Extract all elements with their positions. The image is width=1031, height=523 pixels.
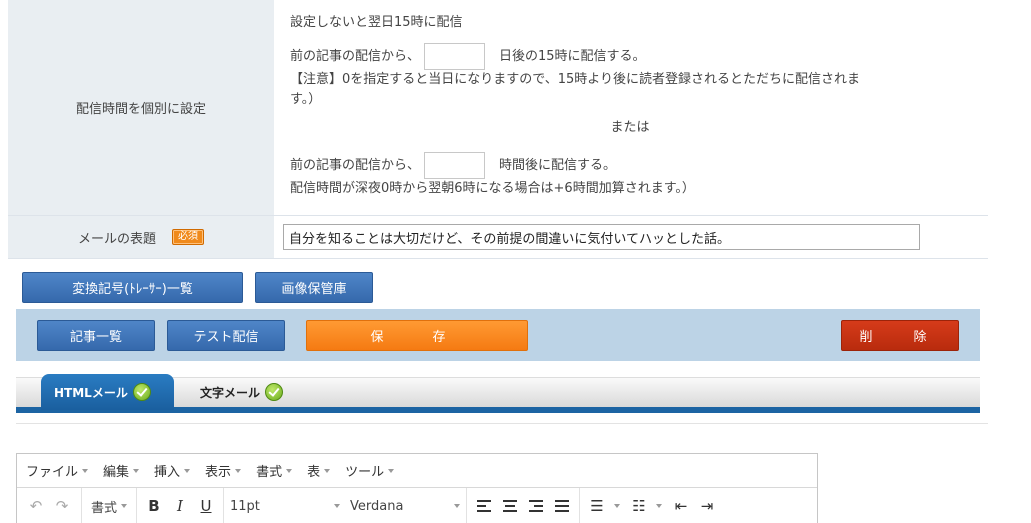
tab-html-mail[interactable]: HTMLメール (41, 374, 174, 410)
hours-suffix: 時間後に配信する。 (499, 158, 617, 173)
image-storage-button[interactable]: 画像保管庫 (255, 272, 373, 303)
justify-icon[interactable] (549, 493, 575, 519)
numbered-list-icon[interactable]: ☷ (626, 493, 652, 519)
or-text: または (610, 120, 650, 135)
align-right-icon[interactable] (523, 493, 549, 519)
editor-toolbar: ↶ ↷ 書式 B I U 11pt Verdana ☰ ☷ ⇤ ⇥ (17, 488, 817, 523)
hours-line: 前の記事の配信から、 時間後に配信する。 (290, 152, 988, 179)
format-select[interactable]: 書式 (88, 497, 130, 516)
timing-value: 設定しないと翌日15時に配信 前の記事の配信から、 日後の15時に配信する。 【注… (274, 0, 988, 215)
note-hours: 配信時間が深夜0時から翌朝6時になる場合は+6時間加算されます。） (290, 181, 695, 196)
outdent-icon[interactable]: ⇤ (668, 493, 694, 519)
chevron-down-icon (82, 468, 89, 473)
timing-row: 配信時間を個別に設定 設定しないと翌日15時に配信 前の記事の配信から、 日後の1… (8, 0, 988, 216)
chevron-down-icon (121, 504, 128, 508)
menu-edit[interactable]: 編集 (103, 461, 140, 480)
chevron-down-icon (334, 504, 341, 508)
indent-icon[interactable]: ⇥ (694, 493, 720, 519)
days-line: 前の記事の配信から、 日後の15時に配信する。 (290, 43, 988, 70)
undo-icon[interactable]: ↶ (23, 493, 49, 519)
chevron-down-icon (454, 504, 461, 508)
chevron-down-icon (184, 468, 191, 473)
align-center-icon[interactable] (497, 493, 523, 519)
menu-file[interactable]: ファイル (26, 461, 89, 480)
hours-prefix: 前の記事の配信から、 (290, 158, 421, 173)
subject-input[interactable] (283, 224, 920, 250)
chevron-down-icon (235, 468, 242, 473)
subject-row: メールの表題 必須 (8, 216, 988, 259)
align-left-icon[interactable] (471, 493, 497, 519)
tab-text-label: 文字メール (200, 385, 261, 400)
chevron-down-icon (286, 468, 293, 473)
days-suffix: 日後の15時に配信する。 (499, 49, 646, 64)
rich-text-editor: ファイル 編集 挿入 表示 書式 表 ツール ↶ ↷ 書式 B I U 11pt… (16, 453, 818, 523)
redo-icon[interactable]: ↷ (49, 493, 75, 519)
timing-default-text: 設定しないと翌日15時に配信 (290, 15, 463, 30)
timing-label: 配信時間を個別に設定 (8, 0, 274, 215)
font-size-select[interactable]: 11pt (230, 499, 341, 514)
underline-icon[interactable]: U (193, 493, 219, 519)
bullet-list-icon[interactable]: ☰ (584, 493, 610, 519)
days-input[interactable] (424, 43, 486, 70)
chevron-down-icon (133, 468, 140, 473)
required-badge: 必須 (172, 229, 204, 245)
menu-insert[interactable]: 挿入 (154, 461, 191, 480)
subject-value-cell (274, 216, 988, 258)
note-days: 【注意】0を指定すると当日になりますので、15時より後に読者登録されるとただちに… (290, 72, 861, 87)
menu-tools[interactable]: ツール (345, 461, 395, 480)
test-send-button[interactable]: テスト配信 (167, 320, 285, 351)
check-icon (265, 383, 284, 401)
note-days-cont: す。） (290, 92, 322, 107)
check-icon (132, 383, 151, 401)
menu-view[interactable]: 表示 (205, 461, 242, 480)
chevron-down-icon (614, 504, 621, 508)
mail-type-tabs: HTMLメール 文字メール (16, 372, 980, 414)
chevron-down-icon (324, 468, 331, 473)
chevron-down-icon (388, 468, 395, 473)
settings-table: 配信時間を個別に設定 設定しないと翌日15時に配信 前の記事の配信から、 日後の1… (8, 0, 988, 259)
divider (16, 423, 988, 424)
delete-button[interactable]: 削 除 (841, 320, 959, 351)
subject-label-cell: メールの表題 必須 (8, 216, 274, 258)
bold-icon[interactable]: B (141, 493, 167, 519)
hours-input[interactable] (424, 152, 486, 179)
save-button[interactable]: 保 存 (306, 320, 528, 351)
tab-text-mail[interactable]: 文字メール (200, 378, 284, 406)
editor-menubar: ファイル 編集 挿入 表示 書式 表 ツール (17, 454, 817, 488)
tab-html-label: HTMLメール (54, 385, 128, 400)
chevron-down-icon (656, 504, 663, 508)
subject-label: メールの表題 (77, 231, 156, 247)
menu-format[interactable]: 書式 (256, 461, 293, 480)
days-prefix: 前の記事の配信から、 (290, 49, 421, 64)
font-family-select[interactable]: Verdana (350, 499, 461, 514)
italic-icon[interactable]: I (167, 493, 193, 519)
article-list-button[interactable]: 記事一覧 (37, 320, 155, 351)
menu-table[interactable]: 表 (307, 461, 331, 480)
symbols-list-button[interactable]: 変換記号(ﾄﾚｰｻｰ)一覧 (22, 272, 243, 303)
